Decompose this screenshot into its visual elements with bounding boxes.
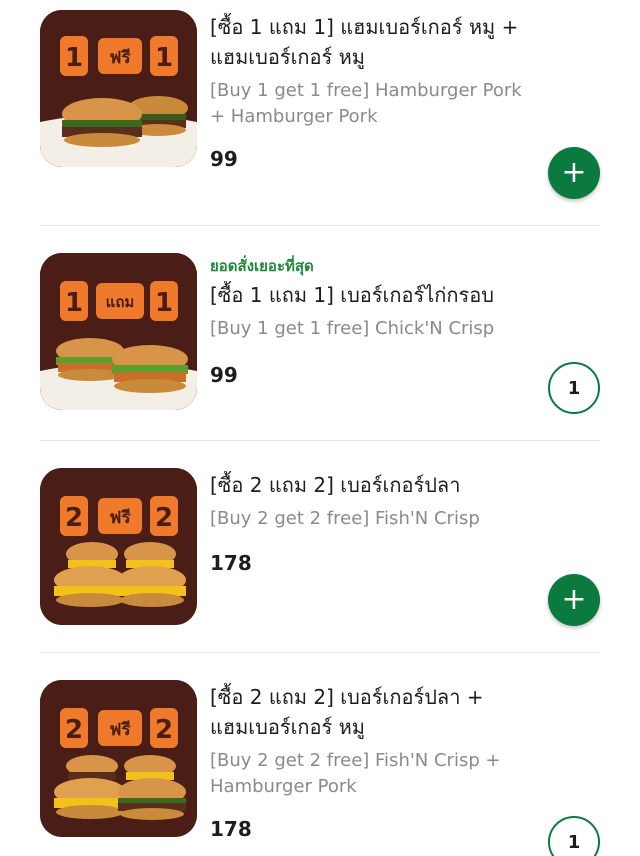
- quantity-button[interactable]: 1: [548, 362, 600, 414]
- badge-right: 1: [155, 288, 173, 318]
- badge-right: 1: [155, 43, 173, 73]
- product-image[interactable]: 1 แถม 1: [40, 253, 197, 410]
- item-title-english: [Buy 1 get 1 free] Hamburger Pork + Hamb…: [210, 80, 522, 127]
- plus-icon: +: [561, 582, 587, 617]
- product-image[interactable]: 2 ฟรี 2: [40, 468, 197, 625]
- badge-right: 2: [155, 715, 173, 745]
- badge-mid: แถม: [106, 293, 135, 311]
- item-title-english: [Buy 2 get 2 free] Fish'N Crisp + Hambur…: [210, 750, 501, 797]
- badge-left: 1: [65, 43, 83, 73]
- badge-mid: ฟรี: [109, 719, 131, 740]
- item-title-thai: [ซื้อ 2 แถม 2] เบอร์เกอร์ปลา + แฮมเบอร์เ…: [210, 685, 484, 739]
- item-title-thai: [ซื้อ 1 แถม 1] เบอร์เกอร์ไก่กรอบ: [210, 283, 494, 307]
- item-price: 99: [210, 147, 238, 171]
- best-seller-tag: ยอดสั่งเยอะที่สุด: [210, 257, 314, 275]
- item-title-english: [Buy 1 get 1 free] Chick'N Crisp: [210, 318, 495, 339]
- item-price: 178: [210, 551, 252, 575]
- quantity-button[interactable]: 1: [548, 816, 600, 856]
- burger-promo-image: 1 แถม 1: [40, 253, 197, 410]
- item-title-english: [Buy 2 get 2 free] Fish'N Crisp: [210, 508, 480, 529]
- badge-left: 2: [65, 715, 83, 745]
- item-price: 178: [210, 817, 252, 841]
- item-price: 99: [210, 363, 238, 387]
- item-title-thai: [ซื้อ 1 แถม 1] แฮมเบอร์เกอร์ หมู + แฮมเบ…: [210, 15, 519, 69]
- add-button[interactable]: +: [548, 574, 600, 626]
- badge-mid: ฟรี: [109, 507, 131, 528]
- product-image[interactable]: 1 ฟรี 1: [40, 10, 197, 167]
- burger-promo-image: 1 ฟรี 1: [40, 10, 197, 167]
- plus-icon: +: [561, 155, 587, 190]
- item-title-thai: [ซื้อ 2 แถม 2] เบอร์เกอร์ปลา: [210, 473, 461, 497]
- badge-right: 2: [155, 503, 173, 533]
- add-button[interactable]: +: [548, 147, 600, 199]
- product-image[interactable]: 2 ฟรี 2: [40, 680, 197, 837]
- badge-left: 1: [65, 288, 83, 318]
- badge-mid: ฟรี: [109, 47, 131, 68]
- divider: [40, 652, 600, 653]
- badge-left: 2: [65, 503, 83, 533]
- divider: [40, 440, 600, 441]
- menu-list: 1 ฟรี 1 [ซื้อ 1 แถม 1] แฮมเบอร์เกอร์ หมู…: [0, 0, 640, 856]
- burger-promo-image: 2 ฟรี 2: [40, 468, 197, 625]
- burger-promo-image: 2 ฟรี 2: [40, 680, 197, 837]
- divider: [40, 225, 600, 226]
